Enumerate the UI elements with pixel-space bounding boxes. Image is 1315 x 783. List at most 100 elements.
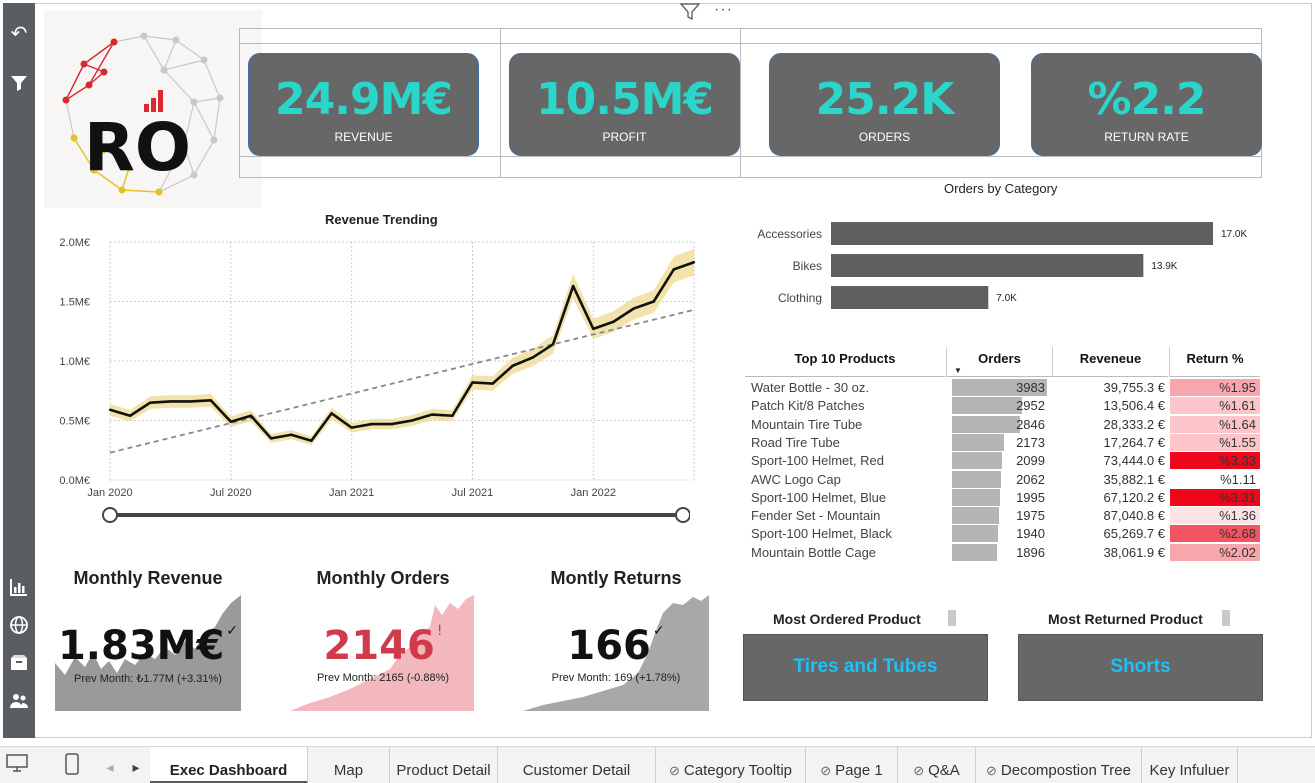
kpi-card-profit[interactable]: 10.5M€ PROFIT (509, 53, 740, 156)
most-ordered-value[interactable]: Tires and Tubes (743, 634, 988, 701)
orders-by-category-chart[interactable]: Accessories 17.0K Bikes 13.9K Clothing 7.0K (745, 212, 1265, 322)
card-title: Monthly Revenue (73, 568, 223, 588)
card-title: Monthly Orders (316, 568, 450, 588)
company-logo: RO (44, 10, 262, 208)
status-indicator: ✓ (652, 623, 665, 639)
users-icon[interactable] (7, 689, 31, 713)
table-row[interactable]: Mountain Tire Tube 2846 28,333.2 € %1.64 (745, 415, 1260, 434)
x-tick-label: Jan 2020 (87, 487, 132, 499)
table-row[interactable]: Patch Kit/8 Patches 2952 13,506.4 € %1.61 (745, 397, 1260, 415)
y-tick-label: 1.0M€ (59, 356, 90, 368)
page-tab[interactable]: ⊘ Category Tooltip (656, 747, 806, 783)
orders-value: 2062 (1016, 471, 1045, 487)
orders-value: 1995 (1016, 489, 1045, 505)
chart-icon[interactable] (7, 575, 31, 599)
funnel-icon[interactable] (679, 3, 701, 21)
th-revenue[interactable]: Reveneue (1053, 347, 1168, 377)
trend-line (109, 308, 695, 454)
mobile-view-icon[interactable] (62, 753, 82, 781)
revenue-point (128, 414, 132, 417)
table-row[interactable]: Fender Set - Mountain 1975 87,040.8 € %1.36 (745, 507, 1260, 525)
card-value: 166 ✓ (523, 623, 709, 669)
page-tab[interactable]: Customer Detail (498, 747, 656, 783)
box-icon[interactable] (7, 651, 31, 675)
th-product[interactable]: Top 10 Products (745, 347, 945, 377)
most-returned-value[interactable]: Shorts (1018, 634, 1263, 701)
tab-label: Page 1 (835, 762, 883, 779)
page-tab[interactable]: Product Detail (390, 747, 498, 783)
revenue-point (511, 364, 514, 367)
table-row[interactable]: Sport-100 Helmet, Blue 1995 67,120.2 € %3.3… (745, 488, 1260, 507)
sort-desc-icon[interactable]: ▼ (954, 366, 962, 375)
top-products-table[interactable]: Top 10 Products Orders ▼ Reveneue Return… (745, 347, 1260, 562)
revenue-point (390, 422, 394, 426)
desktop-view-icon[interactable] (4, 753, 30, 781)
product-name: Water Bottle - 30 oz. (751, 380, 870, 395)
table-row[interactable]: AWC Logo Cap 2062 35,882.1 € %1.11 (745, 470, 1260, 489)
revenue-value: 87,040.8 € (1103, 508, 1165, 524)
back-icon[interactable]: ↶ (7, 21, 31, 45)
date-range-slider[interactable] (100, 505, 690, 525)
page-tab[interactable]: Map (308, 747, 390, 783)
kpi-card-return-rate[interactable]: %2.2 RETURN RATE (1031, 53, 1262, 156)
hidden-page-icon: ⊘ (986, 763, 997, 778)
most-returned-marker (1222, 610, 1230, 626)
table-row[interactable]: Sport-100 Helmet, Black 1940 65,269.7 € %2.… (745, 525, 1260, 543)
kpi-label: REVENUE (334, 130, 393, 144)
table-row[interactable]: Road Tire Tube 2173 17,264.7 € %1.55 (745, 433, 1260, 452)
category-bar (831, 286, 989, 309)
most-ordered-marker (948, 610, 956, 626)
card-value-text: 1.83M€ (57, 623, 225, 669)
revenue-value: 28,333.2 € (1103, 416, 1165, 432)
th-orders[interactable]: Orders (947, 347, 1052, 377)
report-canvas: ↶ RO ··· 24.9M€ REVENUE 10.5M€ PROFIT 25… (0, 0, 1315, 783)
filter-icon[interactable] (7, 71, 31, 95)
product-name: Fender Set - Mountain (751, 508, 881, 524)
kpi-card-revenue[interactable]: 24.9M€ REVENUE (248, 53, 479, 156)
globe-icon[interactable] (7, 613, 31, 637)
page-tab[interactable]: Exec Dashboard (150, 747, 308, 783)
next-page-icon[interactable]: ▸ (128, 753, 144, 781)
product-name: AWC Logo Cap (751, 471, 841, 487)
table-row[interactable]: Sport-100 Helmet, Red 2099 73,444.0 € %3.33 (745, 452, 1260, 470)
tab-label: Decompostion Tree (1000, 762, 1131, 779)
table-row[interactable]: Water Bottle - 30 oz. 3983 39,755.3 € %1.95 (745, 379, 1260, 397)
monthly-returns-card[interactable]: Montly Returns 166 ✓ Prev Month: 169 (+1.… (523, 565, 709, 713)
kpi-value: 10.5M€ (536, 74, 714, 125)
more-options-icon[interactable]: ··· (714, 1, 733, 19)
card-prev: Prev Month: ₺1.77M (+3.31%) (74, 673, 222, 685)
prev-page-icon[interactable]: ◂ (102, 753, 118, 781)
page-tab[interactable]: Key Infuluer (1142, 747, 1238, 783)
kpi-card-orders[interactable]: 25.2K ORDERS (769, 53, 1000, 156)
bar-data-label: 7.0K (996, 293, 1017, 304)
card-value-text: 2146 (323, 623, 435, 669)
revenue-value: 38,061.9 € (1103, 544, 1165, 560)
revenue-point (209, 399, 212, 402)
return-value: %3.33 (1170, 452, 1260, 470)
revenue-point (451, 414, 454, 417)
most-ordered-title: Most Ordered Product (773, 611, 921, 627)
revenue-point (410, 419, 414, 422)
revenue-point (310, 439, 313, 442)
x-tick-label: Jul 2021 (452, 487, 494, 499)
tab-label: Product Detail (396, 762, 491, 779)
page-tab[interactable]: ⊘ Page 1 (806, 747, 898, 783)
y-tick-label: 2.0M€ (59, 237, 90, 249)
monthly-orders-card[interactable]: Monthly Orders 2146! Prev Month: 2165 (-… (290, 565, 476, 713)
th-return[interactable]: Return % (1170, 347, 1260, 377)
revenue-point (471, 381, 474, 384)
kpi-value: 25.2K (815, 74, 955, 125)
page-tab[interactable]: ⊘ Decompostion Tree (976, 747, 1142, 783)
orders-value: 2952 (1016, 398, 1045, 414)
monthly-revenue-card[interactable]: Monthly Revenue 1.83M€ ✓ Prev Month: ₺1.7… (55, 565, 241, 713)
card-prev: Prev Month: 169 (+1.78%) (551, 672, 681, 684)
card-prev: Prev Month: 2165 (-0.88%) (316, 672, 450, 684)
return-value: %3.31 (1170, 488, 1260, 506)
page-tab-bar: ◂ ▸ Exec Dashboard Map Product Detail Custo… (0, 746, 1315, 783)
revenue-line (109, 261, 695, 443)
kpi-label: RETURN RATE (1104, 130, 1189, 144)
revenue-line-chart[interactable]: 2.0M€ 1.5M€ 1.0M€ 0.5M€ 0.0M€Jan 2020 Jul 202… (44, 232, 704, 502)
card-value-text: 166 (567, 623, 651, 669)
table-row[interactable]: Mountain Bottle Cage 1896 38,061.9 € %2.02 (745, 543, 1260, 562)
page-tab[interactable]: ⊘ Q&A (898, 747, 976, 783)
